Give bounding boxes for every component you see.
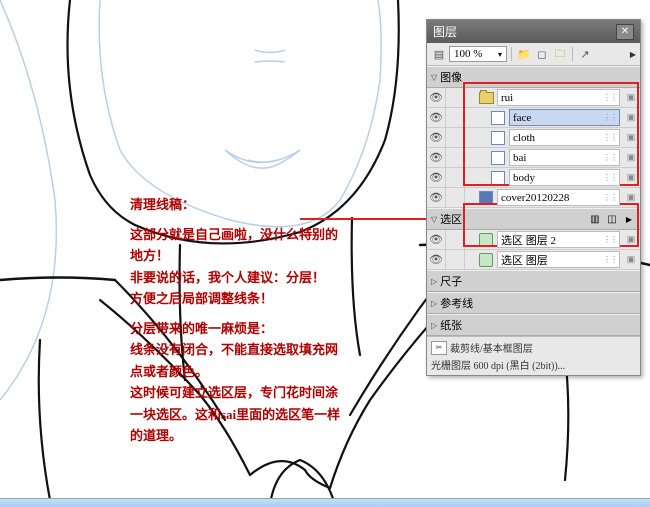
layer-icon — [491, 131, 505, 145]
group-selection[interactable]: ▽ 选区 ▥ ◫ ▶ — [427, 208, 640, 230]
visibility-icon[interactable]: 👁 — [427, 88, 446, 107]
group-image[interactable]: ▽ 图像 — [427, 66, 640, 88]
visibility-icon[interactable]: 👁 — [427, 148, 446, 167]
new-folder-icon[interactable]: 📁 — [516, 46, 532, 62]
more-icon[interactable]: ▶ — [622, 212, 636, 226]
menu-icon[interactable]: ▶ — [630, 50, 636, 59]
ann-line: 非要说的话，我个人建议：分层！ — [130, 268, 360, 288]
panel-toolbar: ▤ 100 %▾ 📁 ◻ 🗀 ↗ ▶ — [427, 43, 640, 66]
zoom-field[interactable]: 100 %▾ — [449, 46, 507, 62]
collapse-icon[interactable]: ▷ — [431, 299, 437, 308]
ann-line: 的道理。 — [130, 426, 360, 446]
layer-face[interactable]: 👁 face⋮⋮ ▣ — [427, 108, 640, 128]
add-sel-icon[interactable]: ◫ — [605, 212, 619, 226]
group-paper[interactable]: ▷ 纸张 — [427, 314, 640, 336]
crop-icon: ✂ — [431, 341, 447, 355]
visibility-icon[interactable]: 👁 — [427, 128, 446, 147]
ann-line: 方便之后局部调整线条！ — [130, 289, 360, 309]
ann-line: 线条没有闭合，不能直接选取填充网 — [130, 340, 360, 360]
visibility-icon[interactable]: 👁 — [427, 250, 446, 269]
panel-titlebar[interactable]: 图层 ✕ — [427, 20, 640, 43]
ann-line: 点或者颜色。 — [130, 362, 360, 382]
convert-icon[interactable]: ▥ — [588, 212, 602, 226]
layer-icon — [491, 171, 505, 185]
expand-icon[interactable]: ▣ — [622, 88, 640, 107]
selection-icon — [479, 233, 493, 247]
layers-icon[interactable]: ▤ — [431, 46, 447, 62]
group-guide[interactable]: ▷ 参考线 — [427, 292, 640, 314]
ann-line: 这时候可建立选区层，专门花时间涂 — [130, 383, 360, 403]
layer-bai[interactable]: 👁 bai⋮⋮ ▣ — [427, 148, 640, 168]
panel-footer: ✂ 裁剪线/基本框图层 光栅图层 600 dpi (黑白 (2bit))... — [427, 336, 640, 375]
bottom-bar — [0, 498, 650, 507]
layer-icon — [491, 151, 505, 165]
layer-list: ▽ 图像 👁 rui⋮⋮ ▣ 👁 face⋮⋮ ▣ 👁 cloth⋮⋮ ▣ 👁 … — [427, 66, 640, 336]
ann-line: 分层带来的唯一麻烦是： — [130, 319, 360, 339]
close-icon[interactable]: ✕ — [616, 24, 634, 40]
folder-icon[interactable]: 🗀 — [552, 46, 568, 62]
layer-cloth[interactable]: 👁 cloth⋮⋮ ▣ — [427, 128, 640, 148]
visibility-icon[interactable]: 👁 — [427, 230, 446, 249]
selection-icon — [479, 253, 493, 267]
ann-line: 清理线稿： — [130, 195, 360, 215]
visibility-icon[interactable]: 👁 — [427, 188, 446, 207]
arrow-icon[interactable]: ↗ — [577, 46, 593, 62]
ann-line: 地方！ — [130, 246, 360, 266]
collapse-icon[interactable]: ▽ — [431, 215, 437, 224]
annotation-text: 清理线稿： 这部分就是自己画啦，没什么特别的 地方！ 非要说的话，我个人建议：分… — [130, 195, 360, 448]
group-ruler[interactable]: ▷ 尺子 — [427, 270, 640, 292]
ann-line: 一块选区。这和sai里面的选区笔一样 — [130, 405, 360, 425]
layer-sel1[interactable]: 👁 选区 图层⋮⋮ ▣ — [427, 250, 640, 270]
ann-line: 这部分就是自己画啦，没什么特别的 — [130, 225, 360, 245]
layers-panel[interactable]: 图层 ✕ ▤ 100 %▾ 📁 ◻ 🗀 ↗ ▶ ▽ 图像 👁 rui⋮⋮ ▣ 👁 — [426, 19, 641, 376]
collapse-icon[interactable]: ▽ — [431, 73, 437, 82]
collapse-icon[interactable]: ▷ — [431, 321, 437, 330]
panel-title: 图层 — [433, 23, 457, 40]
folder-icon — [479, 92, 494, 104]
layer-sel2[interactable]: 👁 选区 图层 2⋮⋮ ▣ — [427, 230, 640, 250]
layer-rui[interactable]: 👁 rui⋮⋮ ▣ — [427, 88, 640, 108]
visibility-icon[interactable]: 👁 — [427, 108, 446, 127]
layer-cover[interactable]: 👁 cover20120228⋮⋮ ▣ — [427, 188, 640, 208]
layer-body[interactable]: 👁 body⋮⋮ ▣ — [427, 168, 640, 188]
collapse-icon[interactable]: ▷ — [431, 277, 437, 286]
layer-icon — [491, 111, 505, 125]
visibility-icon[interactable]: 👁 — [427, 168, 446, 187]
layer-icon — [479, 191, 493, 205]
new-page-icon[interactable]: ◻ — [534, 46, 550, 62]
